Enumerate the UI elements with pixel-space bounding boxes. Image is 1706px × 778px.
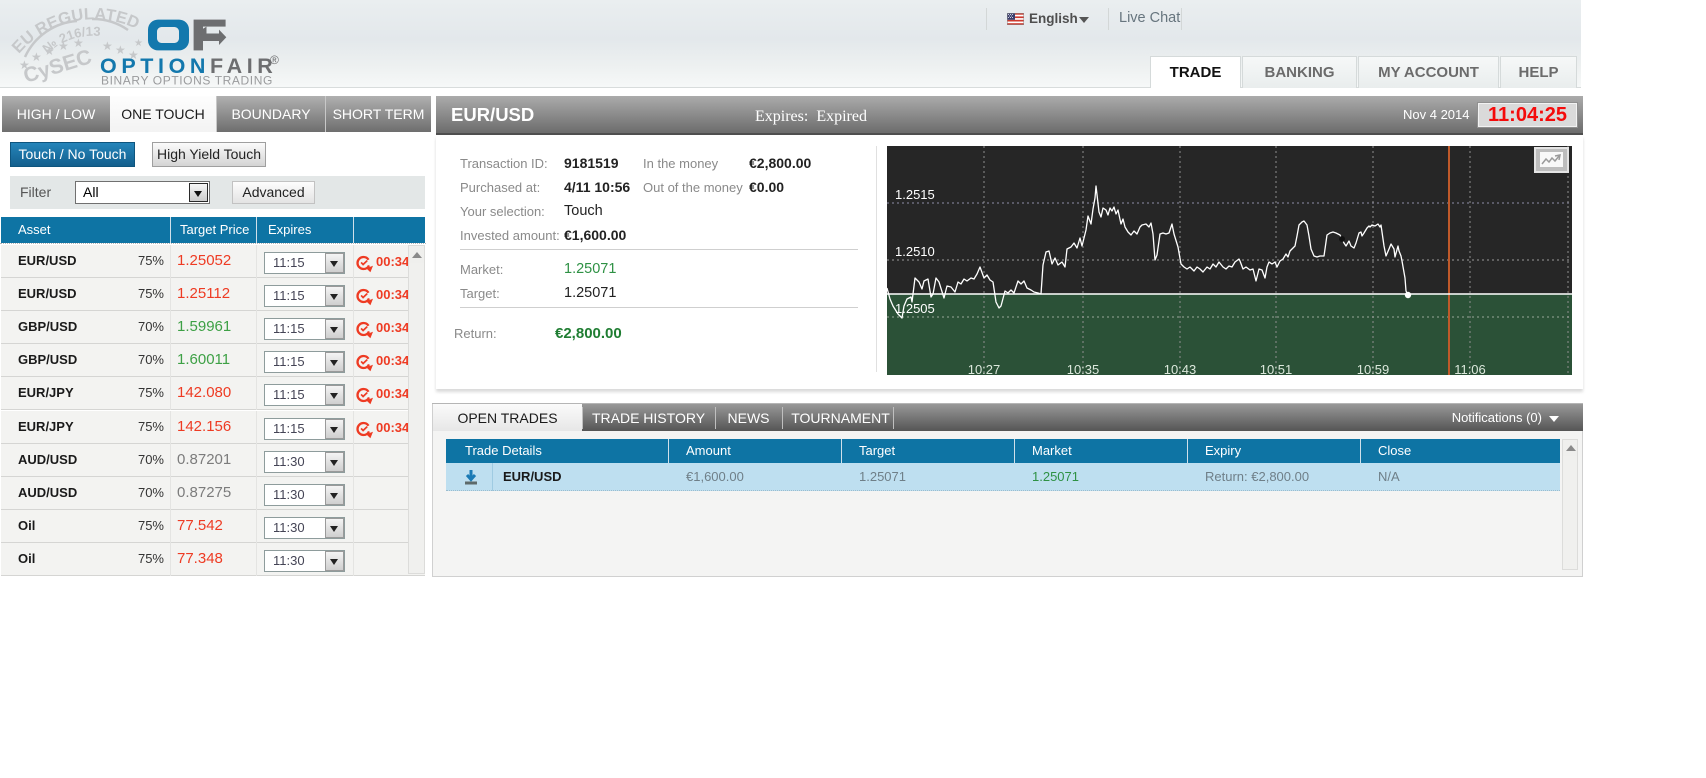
- svg-text:10:27: 10:27: [968, 362, 1001, 375]
- svg-text:10:59: 10:59: [1357, 362, 1390, 375]
- svg-text:1.2515: 1.2515: [895, 187, 935, 202]
- svg-text:11:06: 11:06: [1454, 362, 1486, 375]
- svg-text:10:43: 10:43: [1164, 362, 1197, 375]
- svg-text:★: ★: [58, 39, 69, 53]
- svg-text:★: ★: [134, 38, 143, 49]
- svg-text:1.2510: 1.2510: [895, 244, 935, 259]
- svg-text:10:51: 10:51: [1260, 362, 1293, 375]
- svg-text:1.2505: 1.2505: [895, 301, 935, 316]
- svg-text:10:35: 10:35: [1067, 362, 1100, 375]
- svg-text:★: ★: [102, 39, 113, 53]
- svg-text:★: ★: [73, 36, 84, 50]
